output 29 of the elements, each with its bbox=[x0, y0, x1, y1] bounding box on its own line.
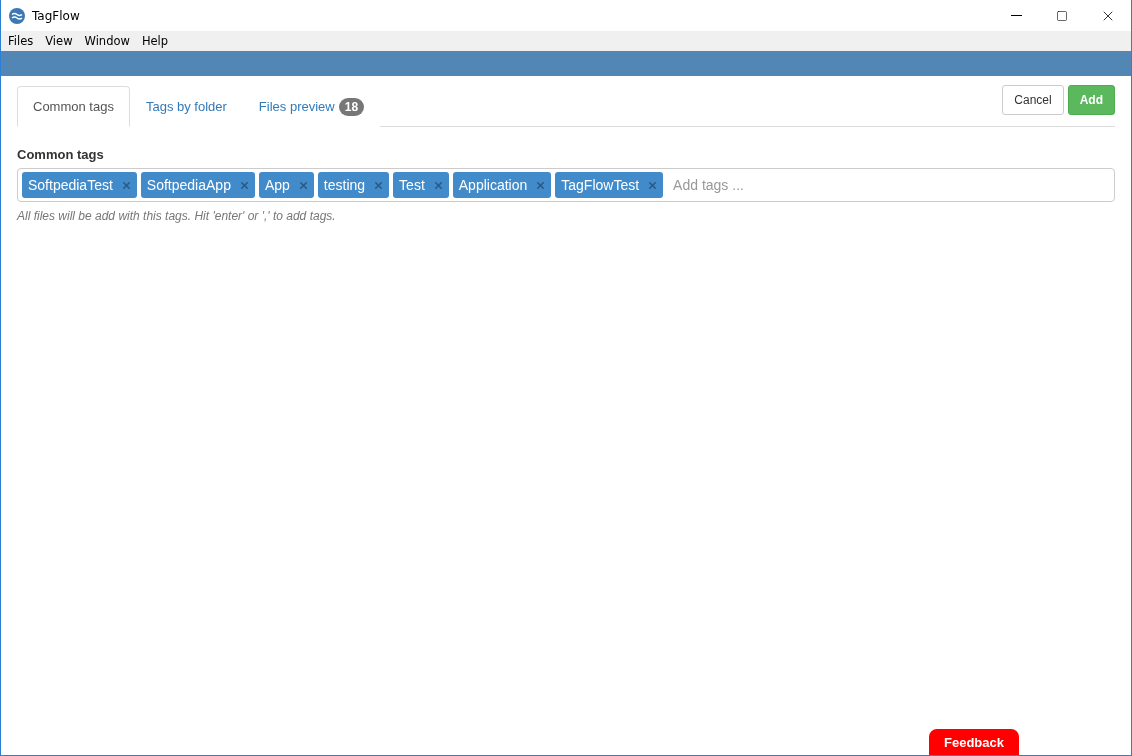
tag-label: App bbox=[264, 177, 290, 193]
feedback-button[interactable]: Feedback bbox=[929, 729, 1019, 755]
menu-item[interactable]: Window bbox=[84, 34, 130, 48]
remove-icon[interactable] bbox=[297, 179, 309, 191]
app-logo-icon bbox=[9, 7, 25, 24]
menu-item[interactable]: View bbox=[45, 34, 73, 48]
remove-icon[interactable] bbox=[535, 179, 547, 191]
maximize-icon bbox=[1056, 9, 1068, 22]
remove-icon[interactable] bbox=[373, 179, 385, 191]
tab[interactable]: Common tags bbox=[17, 86, 130, 127]
tag-label: SoftpediaApp bbox=[146, 177, 231, 193]
hint-text: All files will be add with this tags. Hit 'enter' or ',' to add tags. bbox=[17, 209, 337, 223]
tag-label: Application bbox=[458, 177, 528, 193]
remove-icon[interactable] bbox=[647, 179, 659, 191]
tags-input[interactable]: SoftpediaTest SoftpediaApp App testing Test Application TagFlowTest Add tags ... bbox=[17, 168, 1115, 202]
section-label: Common tags bbox=[17, 147, 105, 162]
tag-label: testing bbox=[323, 177, 366, 193]
count-badge: 18 bbox=[338, 97, 365, 116]
remove-icon[interactable] bbox=[120, 179, 132, 191]
minimize-icon bbox=[1010, 15, 1022, 16]
menu-item[interactable]: Files bbox=[8, 34, 34, 48]
cancel-button[interactable]: Cancel bbox=[1002, 85, 1064, 115]
menu-item[interactable]: Help bbox=[141, 34, 169, 48]
tag-label: Test bbox=[399, 177, 425, 193]
remove-icon[interactable] bbox=[432, 179, 444, 191]
tag-label: SoftpediaTest bbox=[28, 177, 113, 193]
window-title: TagFlow bbox=[32, 8, 81, 23]
remove-icon[interactable] bbox=[238, 179, 250, 191]
tag-label: TagFlowTest bbox=[561, 177, 640, 193]
